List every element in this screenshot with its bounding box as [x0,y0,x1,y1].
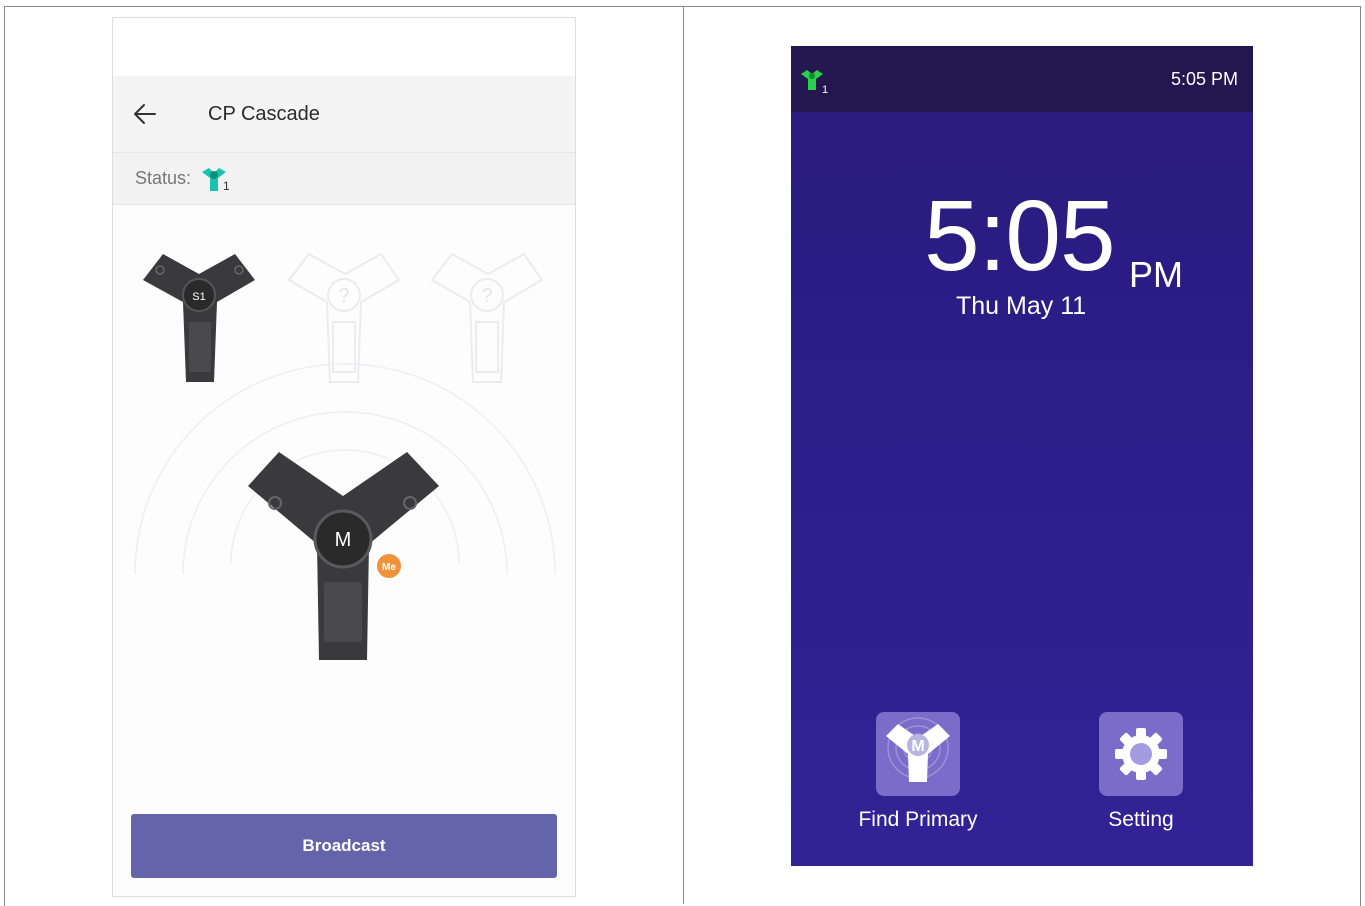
me-badge: Me [375,552,403,580]
find-primary-icon: M [886,717,950,782]
find-primary-app[interactable]: M [876,712,960,796]
empty-device-slot[interactable]: ? [430,252,544,383]
clock-ampm: PM [1129,254,1183,295]
find-primary-label[interactable]: Find Primary [828,808,1008,832]
device-screen: 1 5:05 PM 5:05 PM Thu May 11 M Find Prim… [791,46,1253,866]
status-label: Status: [135,168,192,188]
unknown-device-label: ? [338,285,349,307]
empty-device-slot[interactable]: ? [287,252,401,383]
cascade-count: 1 [822,84,829,96]
slave-device-label: S1 [192,291,205,303]
device-status-bar: 1 5:05 PM [791,46,1253,112]
status-time: 5:05 PM [1170,69,1238,89]
unknown-device-label: ? [481,285,492,307]
broadcast-button[interactable]: Broadcast [131,814,557,878]
me-badge-label: Me [382,562,396,573]
clock-date: Thu May 11 [956,292,1087,320]
cascade-diagram: S1 ? ? M Me [134,252,556,660]
setting-app[interactable] [1099,712,1183,796]
page-title: CP Cascade [208,103,320,125]
cascade-stage: S1 ? ? M Me [113,204,575,804]
gear-icon [1115,728,1167,780]
phone-status-area [113,18,575,76]
setting-label[interactable]: Setting [1051,808,1231,832]
master-device[interactable]: M [248,452,439,660]
panel-divider [683,6,684,904]
slave-device-s1[interactable]: S1 [143,254,255,382]
status-bar: Status: 1 [113,153,575,205]
find-primary-badge: M [911,738,924,755]
app-header: CP Cascade [113,76,575,153]
back-arrow-icon[interactable] [131,100,159,128]
status-count: 1 [223,179,230,193]
clock-time: 5:05 [924,180,1116,292]
master-device-label: M [335,529,352,551]
phone-screen: CP Cascade Status: 1 S1 ? ? M Me Broadca… [112,17,576,897]
